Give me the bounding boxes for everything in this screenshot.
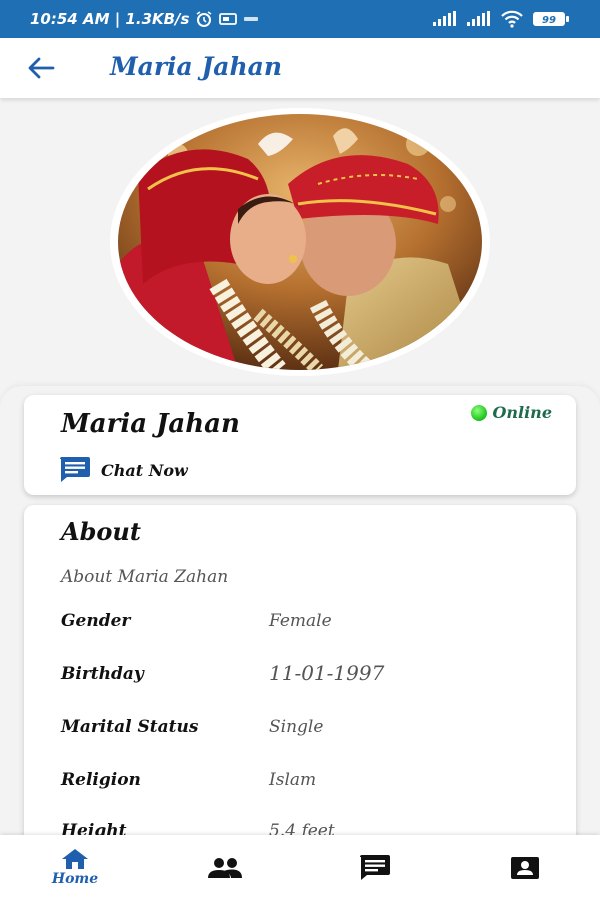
status-left: 10:54 AM | 1.3KB/s	[30, 10, 259, 28]
detail-label: Gender	[61, 611, 131, 631]
battery-level: 99	[542, 15, 556, 26]
detail-value: Islam	[269, 770, 317, 790]
detail-row-marital-status: Marital Status Single	[61, 717, 541, 747]
chat-icon	[60, 457, 90, 482]
couple-photo-image	[118, 114, 482, 370]
back-button[interactable]	[26, 54, 56, 82]
chat-now-button[interactable]: Chat Now	[59, 457, 188, 483]
people-icon	[208, 857, 242, 878]
message-icon	[360, 854, 390, 880]
online-status-label: Online	[492, 403, 552, 422]
nav-profile[interactable]	[450, 835, 600, 900]
page-title: Maria Jahan	[110, 52, 283, 81]
wifi-icon	[500, 10, 524, 28]
arrow-left-icon	[28, 57, 55, 79]
status-time-speed: 10:54 AM | 1.3KB/s	[30, 10, 190, 28]
notification-icon	[219, 12, 238, 26]
detail-row-religion: Religion Islam	[61, 770, 541, 800]
home-icon	[62, 849, 88, 869]
bottom-nav: Home	[0, 835, 600, 900]
detail-row-birthday: Birthday 11-01-1997	[61, 661, 541, 694]
detail-label: Birthday	[61, 664, 144, 684]
profile-card-icon	[511, 856, 539, 879]
app-notification-icon	[243, 14, 259, 24]
online-status: Online	[471, 403, 552, 422]
status-bar: 10:54 AM | 1.3KB/s 99	[0, 0, 600, 38]
detail-row-gender: Gender Female	[61, 611, 541, 641]
profile-photo[interactable]	[118, 114, 482, 370]
detail-label: Marital Status	[61, 717, 199, 737]
detail-value: Single	[269, 717, 324, 737]
app-bar: Maria Jahan	[0, 38, 600, 98]
alarm-icon	[195, 10, 213, 28]
online-dot-icon	[471, 404, 488, 421]
detail-value: 11-01-1997	[269, 661, 385, 685]
chat-now-label: Chat Now	[101, 460, 188, 480]
nav-people[interactable]	[150, 835, 300, 900]
signal-icon	[432, 11, 458, 27]
about-subtitle: About Maria Zahan	[61, 567, 229, 587]
profile-name: Maria Jahan	[61, 409, 240, 439]
detail-label: Religion	[61, 770, 141, 790]
about-title: About	[61, 517, 141, 546]
detail-value: Female	[269, 611, 332, 631]
profile-card: Maria Jahan Online Chat Now	[24, 395, 576, 495]
battery-icon: 99	[532, 11, 570, 27]
status-right: 99	[432, 10, 570, 28]
nav-messages[interactable]	[300, 835, 450, 900]
nav-home-label: Home	[51, 871, 99, 887]
signal-icon-2	[466, 11, 492, 27]
nav-home[interactable]: Home	[0, 835, 150, 900]
about-card: About About Maria Zahan Gender Female Bi…	[24, 505, 576, 865]
